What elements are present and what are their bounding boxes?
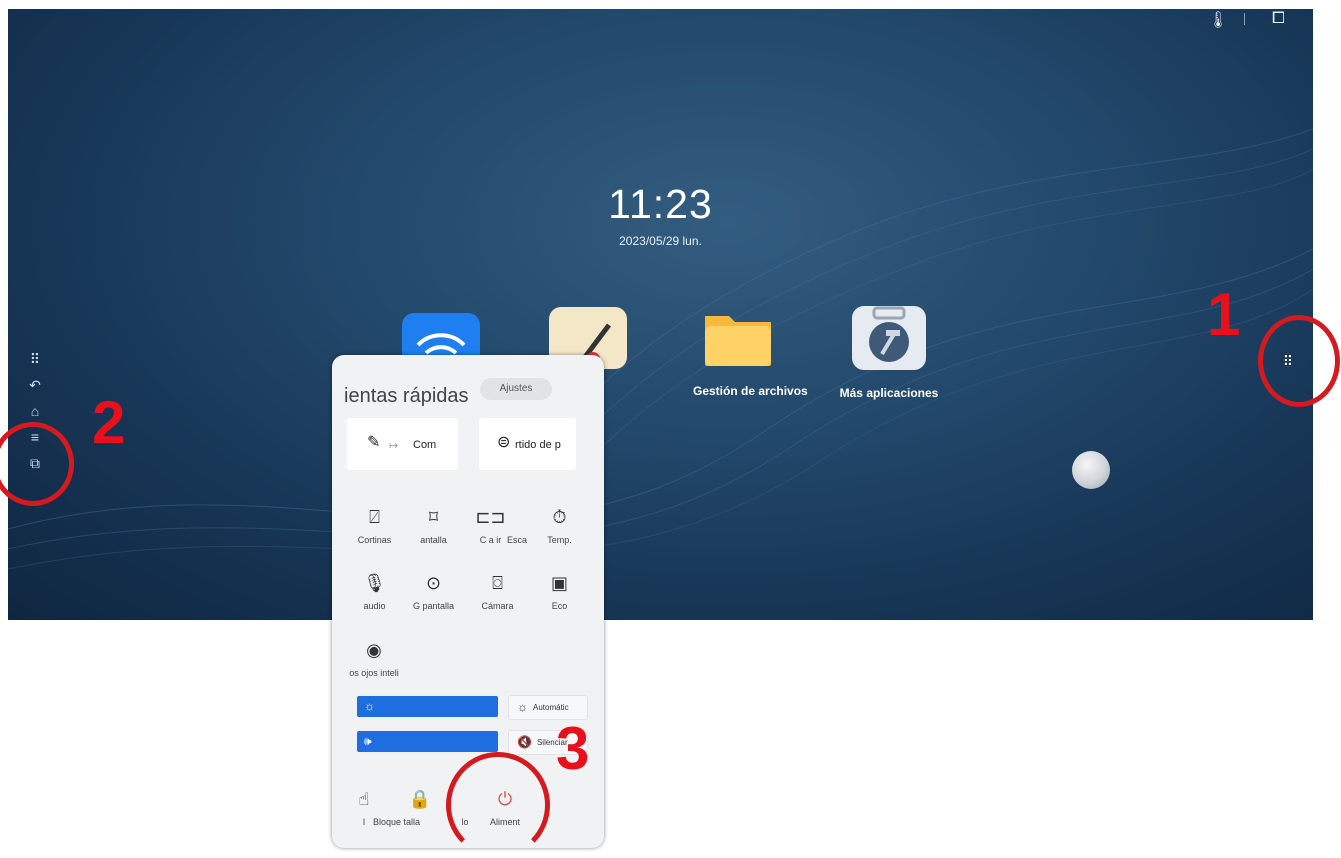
- tile-screen[interactable]: ⌑ antalla: [406, 505, 461, 545]
- tile-eco[interactable]: ▣ Eco: [532, 571, 587, 611]
- screen-share-icon: ⊜: [497, 434, 511, 451]
- tile-record[interactable]: ⊙ G pantalla: [406, 571, 461, 611]
- app-more-apps[interactable]: Más aplicaciones: [833, 306, 945, 400]
- timer-icon: ⏱: [552, 507, 567, 527]
- card-label: rtido de p: [515, 439, 561, 451]
- app-label: Más aplicaciones: [839, 386, 939, 400]
- annotation-circle-1: [1258, 315, 1340, 407]
- tile-label: Eco: [551, 601, 568, 611]
- tile-label: Temp.: [547, 535, 572, 545]
- annotate-card[interactable]: ✎ ↦ Com: [347, 418, 458, 470]
- mute-icon: 🔇: [517, 735, 532, 750]
- tile-curtain[interactable]: ⍁ Cortinas: [347, 505, 402, 545]
- annotate-icon: ✎: [367, 434, 381, 451]
- clock-date: 2023/05/29 lun.: [619, 234, 702, 248]
- toolbox-icon: [852, 306, 926, 370]
- curtain-icon: ⍁: [369, 507, 380, 527]
- background-waves: [8, 128, 1313, 620]
- back-icon[interactable]: ↶: [28, 372, 42, 398]
- app-label: Gestión de archivos: [693, 384, 808, 398]
- tile-camera[interactable]: ⌼ Cámara: [470, 571, 525, 611]
- annotation-3: 3: [556, 715, 590, 782]
- tile-label: antalla: [420, 535, 447, 545]
- folder-icon: [701, 306, 775, 368]
- app-file-manager[interactable]: Gestión de archivos: [693, 306, 808, 398]
- tile-label: audio: [363, 601, 386, 611]
- brightness-slider[interactable]: ☼: [357, 696, 498, 717]
- tile-timer[interactable]: ⏱ Temp.: [532, 505, 587, 545]
- brightness-icon: ☼: [364, 699, 375, 713]
- clock-time: 11:23: [608, 181, 713, 227]
- annotation-circle-3: [446, 752, 550, 858]
- volume-slider[interactable]: 🕪: [357, 731, 498, 752]
- card-prefix: ↦: [389, 440, 399, 452]
- annotation-2: 2: [92, 389, 126, 456]
- divider: [1244, 13, 1245, 25]
- tile-label: G pantalla: [412, 601, 455, 611]
- lock-icon: 🔒: [408, 789, 432, 809]
- camera-icon: ⌼: [492, 573, 503, 593]
- settings-button[interactable]: Ajustes: [480, 378, 552, 400]
- tile-label: Esca: [506, 535, 527, 545]
- card-label: Com: [413, 439, 437, 451]
- screen-cast-icon[interactable]: ⧠: [1272, 10, 1285, 28]
- panel-title: ientas rápidas: [344, 385, 469, 407]
- tile-label: Cámara: [481, 601, 514, 611]
- microphone-icon: 🎙: [363, 573, 386, 593]
- scan-icon: [497, 505, 537, 529]
- tile-eye-care[interactable]: ◉ os ojos inteli: [344, 638, 404, 678]
- battery-icon: ▣: [550, 573, 568, 593]
- annotation-1: 1: [1207, 281, 1241, 348]
- tile-audio[interactable]: 🎙 audio: [347, 571, 402, 611]
- screen-frame-icon: ⌑: [428, 507, 439, 527]
- screen-share-card[interactable]: ⊜ rtido de p: [479, 418, 576, 470]
- volume-icon: 🕪: [364, 734, 372, 748]
- floating-ball[interactable]: [1072, 451, 1110, 489]
- tile-label: Cortinas: [357, 535, 392, 545]
- tile-label: os ojos inteli: [349, 668, 399, 678]
- tv-screen: 🌡 ⧠ 11:23 2023/05/29 lun. Gestión de arc…: [8, 9, 1313, 620]
- apps-grid-icon[interactable]: ⠿: [28, 346, 42, 372]
- thermometer-icon[interactable]: 🌡: [1208, 10, 1228, 30]
- record-icon: ⊙: [425, 573, 442, 593]
- tile-scan[interactable]: Esca: [497, 505, 537, 545]
- home-icon[interactable]: ⌂: [28, 398, 42, 424]
- eye-care-icon: ◉: [366, 640, 382, 660]
- sun-icon: ☼: [517, 700, 528, 715]
- auto-label: Automátic: [533, 703, 569, 712]
